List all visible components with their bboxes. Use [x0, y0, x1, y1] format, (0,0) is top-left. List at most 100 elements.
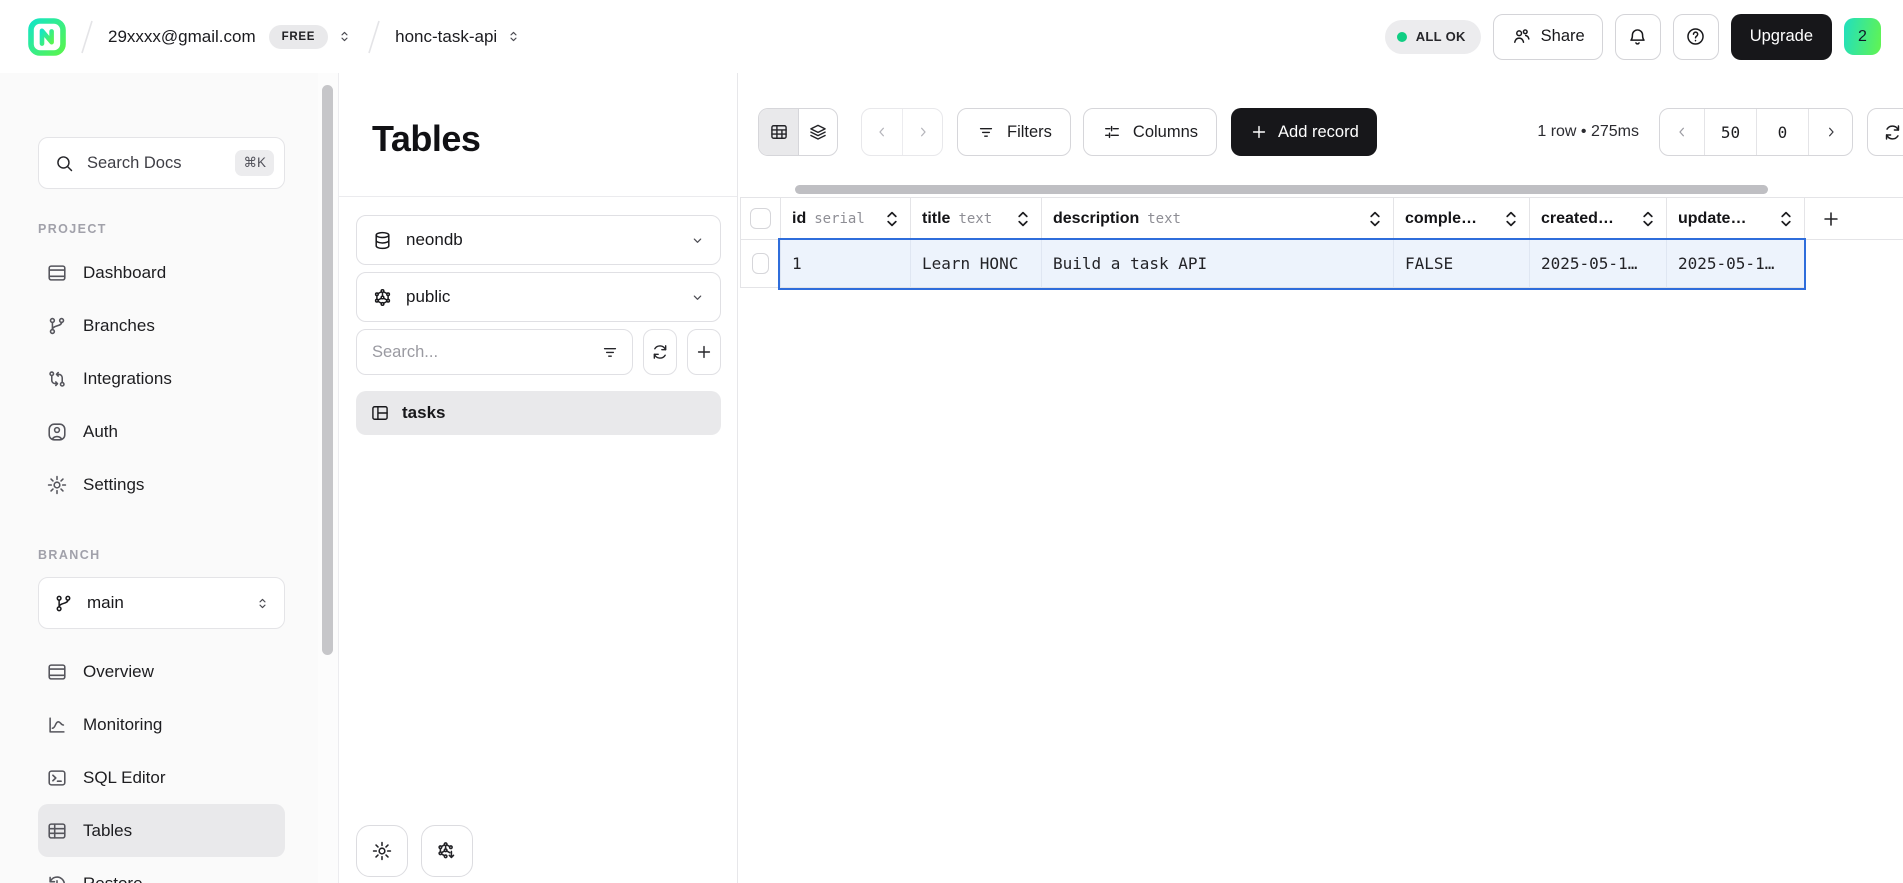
branch-selector[interactable]: main [38, 577, 285, 629]
grid-horizontal-scrollbar[interactable] [795, 185, 1768, 194]
sidebar-scrollbar-track [318, 73, 338, 883]
page-size-input[interactable]: 50 [1704, 109, 1756, 155]
shortcut-badge: ⌘K [235, 150, 274, 176]
sort-icon[interactable] [1496, 210, 1518, 228]
refresh-grid-button[interactable] [1867, 108, 1903, 156]
sidebar-item-settings[interactable]: Settings [38, 458, 285, 511]
column-header-id[interactable]: id serial [780, 198, 910, 239]
add-column-button[interactable] [1804, 198, 1903, 239]
cell-completed[interactable]: FALSE [1393, 240, 1529, 288]
table-list-item-tasks[interactable]: tasks [356, 391, 721, 435]
prev-page-button[interactable] [1660, 109, 1704, 155]
sidebar-item-monitoring[interactable]: Monitoring [38, 698, 285, 751]
sort-icon[interactable] [1771, 210, 1793, 228]
status-ok-dot [1397, 32, 1407, 42]
sidebar-item-integrations[interactable]: Integrations [38, 352, 285, 405]
select-all-cell [741, 198, 780, 239]
refresh-icon [650, 342, 670, 362]
sidebar-item-sql-editor[interactable]: SQL Editor [38, 751, 285, 804]
help-button[interactable] [1673, 14, 1719, 60]
branch-section-label: BRANCH [38, 548, 318, 564]
sidebar-item-overview[interactable]: Overview [38, 645, 285, 698]
sort-icon[interactable] [1008, 210, 1030, 228]
view-toggle [758, 108, 838, 156]
grid-toolbar: Filters Columns Add record 1 row • 275ms… [738, 108, 1903, 156]
add-record-button[interactable]: Add record [1231, 108, 1377, 156]
back-button[interactable] [862, 109, 902, 155]
sidebar-item-dashboard[interactable]: Dashboard [38, 246, 285, 299]
sidebar-item-restore[interactable]: Restore [38, 857, 285, 883]
project-switcher[interactable] [505, 28, 522, 45]
search-docs-button[interactable]: Search Docs ⌘K [38, 137, 285, 189]
filter-icon[interactable] [600, 342, 620, 362]
database-select[interactable]: neondb [356, 215, 721, 265]
column-header-title[interactable]: title text [910, 198, 1041, 239]
neon-logo[interactable] [28, 18, 66, 56]
sort-icon[interactable] [877, 210, 899, 228]
forward-button[interactable] [902, 109, 942, 155]
schema-export-button[interactable] [421, 825, 473, 877]
add-table-button[interactable] [687, 329, 721, 375]
status-badge[interactable]: ALL OK [1385, 20, 1481, 54]
restore-icon [46, 873, 68, 883]
cell-id[interactable]: 1 [780, 240, 910, 288]
chevron-right-icon [914, 123, 932, 141]
breadcrumb-project[interactable]: honc-task-api [395, 27, 497, 47]
table-search-input[interactable] [356, 329, 633, 375]
upgrade-button[interactable]: Upgrade [1731, 14, 1832, 60]
plan-badge: FREE [269, 25, 328, 49]
cell-title[interactable]: Learn HONC [910, 240, 1041, 288]
sidebar-item-auth[interactable]: Auth [38, 405, 285, 458]
notifications-button[interactable] [1615, 14, 1661, 60]
cell-created[interactable]: 2025-05-1… [1529, 240, 1666, 288]
history-nav [861, 108, 943, 156]
column-header-completed[interactable]: comple… [1393, 198, 1529, 239]
tables-icon [46, 820, 68, 842]
sidebar-scrollbar-thumb[interactable] [322, 85, 333, 655]
table-icon [370, 403, 390, 423]
sidebar: Search Docs ⌘K PROJECT Dashboard Branche… [0, 73, 318, 883]
sort-icon[interactable] [1633, 210, 1655, 228]
search-docs-label: Search Docs [87, 154, 181, 173]
pagination: 50 0 [1659, 108, 1853, 156]
column-header-updated[interactable]: update… [1666, 198, 1804, 239]
table-row[interactable]: 1 Learn HONC Build a task API FALSE 2025… [740, 240, 1903, 288]
project-section-label: PROJECT [38, 222, 318, 238]
breadcrumb-divider [367, 18, 381, 56]
database-value: neondb [406, 230, 463, 250]
column-header-description[interactable]: description text [1041, 198, 1393, 239]
sidebar-item-tables[interactable]: Tables [38, 804, 285, 857]
columns-button[interactable]: Columns [1083, 108, 1217, 156]
next-page-button[interactable] [1808, 109, 1852, 155]
schema-select[interactable]: public [356, 272, 721, 322]
branches-icon [46, 315, 68, 337]
sidebar-item-branches[interactable]: Branches [38, 299, 285, 352]
filters-button[interactable]: Filters [957, 108, 1071, 156]
panel-title: Tables [372, 118, 737, 160]
cell-description[interactable]: Build a task API [1041, 240, 1393, 288]
schema-view-button[interactable] [798, 109, 837, 155]
select-all-checkbox[interactable] [750, 208, 771, 229]
share-button[interactable]: Share [1493, 14, 1603, 60]
sort-icon[interactable] [1360, 210, 1382, 228]
chevron-left-icon [1673, 123, 1691, 141]
database-icon [372, 230, 393, 251]
layers-icon [808, 122, 828, 142]
breadcrumb-account[interactable]: 29xxxx@gmail.com [108, 27, 256, 47]
refresh-tables-button[interactable] [643, 329, 677, 375]
plus-icon [1249, 122, 1269, 142]
bell-icon [1627, 26, 1648, 47]
column-header-created[interactable]: created… [1529, 198, 1666, 239]
row-checkbox[interactable] [752, 253, 769, 274]
table-view-button[interactable] [759, 109, 798, 155]
page-offset-input[interactable]: 0 [1756, 109, 1808, 155]
account-switcher[interactable] [336, 28, 353, 45]
settings-gear-icon [46, 474, 68, 496]
main-content: Filters Columns Add record 1 row • 275ms… [738, 73, 1903, 883]
question-icon [1685, 26, 1706, 47]
search-icon [54, 153, 75, 174]
panel-settings-button[interactable] [356, 825, 408, 877]
cell-updated[interactable]: 2025-05-1… [1666, 240, 1804, 288]
branch-nav: Overview Monitoring SQL Editor Tables Re… [38, 645, 318, 883]
avatar[interactable]: 2 [1844, 18, 1881, 55]
